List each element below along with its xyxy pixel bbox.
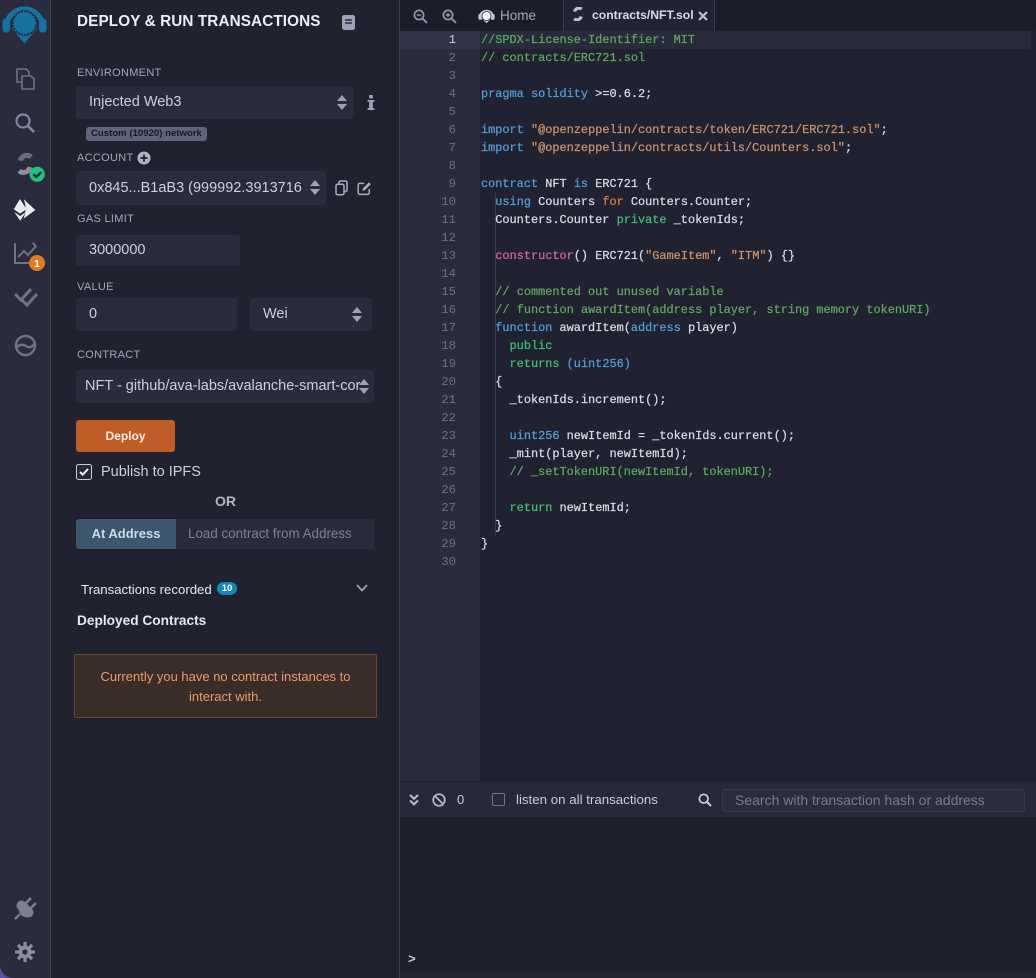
svg-text:1: 1 (34, 259, 40, 270)
